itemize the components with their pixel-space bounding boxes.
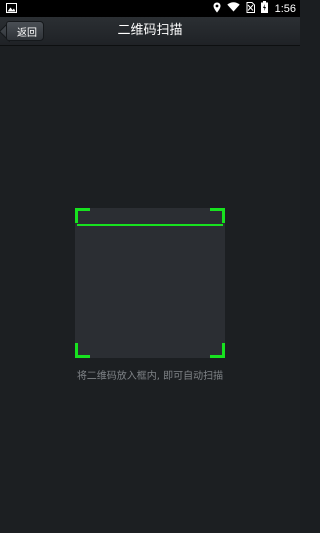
scan-corner-bottom-right: [210, 343, 225, 358]
scan-line: [77, 224, 223, 226]
scan-hint: 将二维码放入框内, 即可自动扫描: [76, 371, 224, 382]
page-title: 二维码扫描: [117, 23, 183, 38]
scan-corner-top-left: [75, 208, 90, 223]
title-bar: 二维码扫描 返回: [0, 17, 300, 46]
no-sim-icon: [246, 1, 255, 16]
status-icons: 1:56: [213, 0, 296, 17]
status-bar: 1:56: [0, 0, 300, 17]
status-time: 1:56: [274, 2, 296, 15]
scan-frame: [75, 208, 225, 358]
battery-icon: [260, 1, 268, 16]
screen: 1:56 二维码扫描 返回 将二维码放入框内, 即可自动扫描: [0, 0, 300, 533]
image-icon: [6, 3, 17, 13]
wifi-icon: [226, 2, 240, 15]
scan-corner-bottom-left: [75, 343, 90, 358]
back-button[interactable]: 返回: [6, 21, 44, 41]
location-icon: [213, 2, 221, 16]
scan-corner-top-right: [210, 208, 225, 223]
